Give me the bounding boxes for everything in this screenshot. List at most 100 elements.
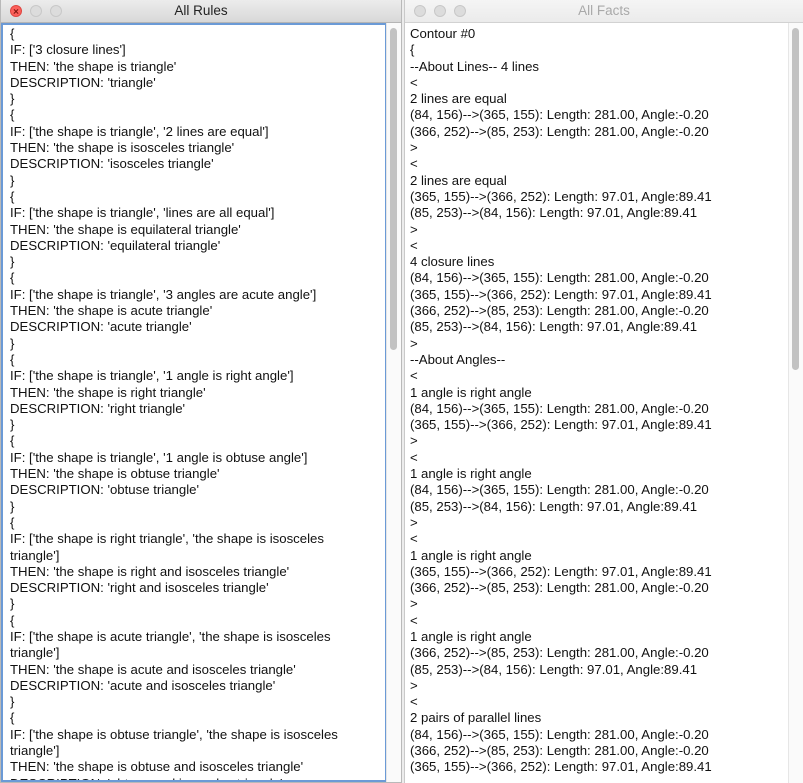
fact-text-line: (366, 252)-->(85, 253): Length: 281.00, … (410, 580, 709, 596)
fact-text-line: < (410, 449, 418, 465)
rules-text-area[interactable]: {IF: ['3 closure lines'] THEN: 'the shape… (1, 23, 387, 782)
fact-text-line: > (410, 596, 418, 612)
close-window-button[interactable] (414, 5, 426, 17)
rule-text-line: } (10, 694, 15, 710)
rule-text-line: { (10, 612, 15, 628)
rule-text-line: DESCRIPTION: 'triangle' (10, 74, 156, 90)
rule-text-line: DESCRIPTION: 'isosceles triangle' (10, 156, 214, 172)
fact-text-line: (365, 155)-->(366, 252): Length: 97.01, … (410, 188, 712, 204)
fact-text-line: (85, 253)-->(84, 156): Length: 97.01, An… (410, 661, 698, 677)
rule-text-line: DESCRIPTION: 'obtuse and isosceles trian… (10, 776, 387, 782)
rule-text-line: IF: ['the shape is triangle', '1 angle i… (10, 368, 294, 384)
rule-text-line: IF: ['the shape is triangle', '1 angle i… (10, 449, 308, 465)
rule-text-line: { (10, 270, 15, 286)
rule-text-line: { (10, 351, 15, 367)
fact-text-line: (85, 253)-->(84, 156): Length: 97.01, An… (410, 498, 698, 514)
fact-text-line: < (410, 368, 418, 384)
fact-text-line: (84, 156)-->(365, 155): Length: 281.00, … (410, 400, 709, 416)
fact-text-line: --About Angles-- (410, 351, 506, 367)
fact-text-line: 1 angle is right angle (410, 547, 532, 563)
minimize-window-button[interactable] (434, 5, 446, 17)
rule-text-line: DESCRIPTION: 'acute triangle' (10, 319, 192, 335)
facts-scroll-thumb[interactable] (792, 28, 799, 370)
rule-text-line: } (10, 172, 15, 188)
all-facts-window: All Facts Contour #0{--About Lines-- 4 l… (404, 0, 803, 783)
close-window-button[interactable] (10, 5, 22, 17)
fact-text-line: (85, 253)-->(84, 156): Length: 97.01, An… (410, 319, 698, 335)
rule-text-line: IF: ['the shape is acute triangle', 'the… (10, 628, 331, 644)
rule-text-line: DESCRIPTION: 'right triangle' (10, 400, 186, 416)
fact-text-line: (84, 156)-->(365, 155): Length: 281.00, … (410, 482, 709, 498)
fact-text-line: 2 pairs of parallel lines (410, 710, 542, 726)
facts-window-title: All Facts (578, 3, 630, 18)
fact-text-line: (85, 253)-->(84, 156): Length: 97.01, An… (410, 205, 698, 221)
rule-text-line: DESCRIPTION: 'obtuse triangle' (10, 482, 199, 498)
fact-text-line: 1 angle is right angle (410, 466, 532, 482)
fact-text-line: 1 angle is right angle (410, 628, 532, 644)
rule-text-line: { (10, 514, 15, 530)
rules-title-bar[interactable]: All Rules (1, 0, 401, 23)
fact-text-line: (365, 155)-->(366, 252): Length: 97.01, … (410, 417, 712, 433)
facts-scrollbar[interactable] (788, 23, 803, 783)
minimize-window-button[interactable] (30, 5, 42, 17)
rule-text-line: THEN: 'the shape is acute and isosceles … (10, 661, 296, 677)
fact-text-line: 4 closure lines (410, 254, 495, 270)
rule-text-line: THEN: 'the shape is obtuse and isosceles… (10, 759, 304, 775)
rule-text-line: { (10, 188, 15, 204)
rules-window-title: All Rules (174, 3, 228, 18)
fact-text-line: (366, 252)-->(85, 253): Length: 281.00, … (410, 645, 709, 661)
fact-text-line: (84, 156)-->(365, 155): Length: 281.00, … (410, 726, 709, 742)
fact-text-line: (365, 155)-->(366, 252): Length: 97.01, … (410, 286, 712, 302)
fact-text-line: < (410, 531, 418, 547)
rule-text-line: IF: ['the shape is triangle', 'lines are… (10, 205, 275, 221)
rule-text-line: IF: ['the shape is triangle', '3 angles … (10, 286, 317, 302)
rule-text-line: } (10, 417, 15, 433)
fact-text-line: < (410, 612, 418, 628)
rules-scroll-thumb[interactable] (390, 28, 397, 350)
fact-text-line: --About Lines-- 4 lines (410, 58, 540, 74)
fact-text-line: 2 lines are equal (410, 172, 507, 188)
facts-text-area[interactable]: Contour #0{--About Lines-- 4 lines <2 lin… (405, 23, 789, 783)
fact-text-line: 2 lines are equal (410, 91, 507, 107)
rule-text-line: THEN: 'the shape is equilateral triangle… (10, 221, 241, 237)
fact-text-line: > (410, 514, 418, 530)
rule-text-line: THEN: 'the shape is triangle' (10, 58, 177, 74)
zoom-window-button[interactable] (454, 5, 466, 17)
fact-text-line: Contour #0 (410, 26, 476, 41)
rule-text-line: DESCRIPTION: 'right and isosceles triang… (10, 580, 269, 596)
rule-text-line: IF: ['3 closure lines'] (10, 42, 126, 58)
rule-text-line: } (10, 498, 15, 514)
rule-text-line: THEN: 'the shape is isosceles triangle' (10, 140, 235, 156)
zoom-window-button[interactable] (50, 5, 62, 17)
fact-text-line: 1 angle is right angle (410, 384, 532, 400)
rule-text-line: THEN: 'the shape is right triangle' (10, 384, 206, 400)
fact-text-line: < (410, 237, 418, 253)
rule-text-line: DESCRIPTION: 'acute and isosceles triang… (10, 677, 276, 693)
fact-text-line: (84, 156)-->(365, 155): Length: 281.00, … (410, 270, 709, 286)
fact-text-line: (366, 252)-->(85, 253): Length: 281.00, … (410, 303, 709, 319)
all-rules-window: All Rules {IF: ['3 closure lines'] THEN: … (0, 0, 402, 783)
fact-text-line: < (410, 74, 418, 90)
facts-title-bar[interactable]: All Facts (405, 0, 803, 23)
fact-text-line: > (410, 433, 418, 449)
fact-text-line: (365, 155)-->(366, 252): Length: 97.01, … (410, 759, 712, 775)
rule-text-line: } (10, 91, 15, 107)
rule-text-line: { (10, 107, 15, 123)
rule-text-line: { (10, 26, 15, 41)
fact-text-line: (366, 252)-->(85, 253): Length: 281.00, … (410, 743, 709, 759)
rule-text-line: IF: ['the shape is obtuse triangle', 'th… (10, 726, 338, 742)
fact-text-line: > (410, 221, 418, 237)
rule-text-line: triangle'] (10, 743, 60, 759)
fact-text-line: (366, 252)-->(85, 253): Length: 281.00, … (410, 123, 709, 139)
rule-text-line: } (10, 254, 15, 270)
rule-text-line: THEN: 'the shape is acute triangle' (10, 303, 213, 319)
rule-text-line: THEN: 'the shape is right and isosceles … (10, 563, 290, 579)
fact-text-line: > (410, 140, 418, 156)
rule-text-line: triangle'] (10, 645, 60, 661)
rule-text-line: IF: ['the shape is triangle', '2 lines a… (10, 123, 269, 139)
rule-text-line: } (10, 335, 15, 351)
fact-text-line: { (410, 42, 415, 58)
fact-text-line: < (410, 694, 418, 710)
fact-text-line: > (410, 335, 418, 351)
rules-scrollbar[interactable] (386, 23, 401, 782)
